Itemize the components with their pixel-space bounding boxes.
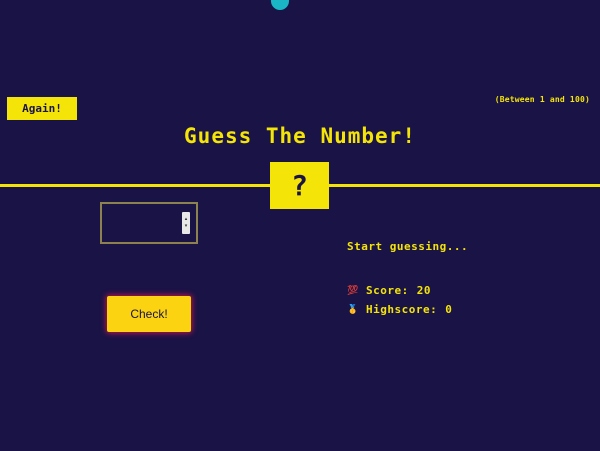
score-row: 💯 Score: 20 bbox=[347, 284, 431, 297]
range-hint: (Between 1 and 100) bbox=[494, 95, 590, 104]
guess-input-frame: ▴ ▾ bbox=[100, 202, 198, 244]
check-button[interactable]: Check! bbox=[107, 296, 191, 332]
number-spinner[interactable]: ▴ ▾ bbox=[182, 212, 190, 234]
spinner-up-icon[interactable]: ▴ bbox=[185, 216, 188, 223]
score-label: Score: bbox=[366, 284, 409, 297]
guess-input[interactable] bbox=[105, 207, 181, 239]
spinner-down-icon[interactable]: ▾ bbox=[185, 223, 188, 230]
again-button[interactable]: Again! bbox=[7, 97, 77, 120]
hundred-points-icon: 💯 bbox=[347, 285, 359, 296]
highscore-value: 0 bbox=[445, 303, 453, 316]
secret-number-box: ? bbox=[270, 162, 329, 209]
score-value: 20 bbox=[416, 284, 431, 297]
secret-number-display: ? bbox=[291, 169, 308, 202]
highscore-row: 🥇 Highscore: 0 bbox=[347, 303, 452, 316]
status-message: Start guessing... bbox=[347, 240, 469, 253]
highscore-label: Highscore: bbox=[366, 303, 438, 316]
medal-icon: 🥇 bbox=[347, 304, 359, 315]
top-indicator-dot bbox=[271, 0, 289, 10]
page-title: Guess The Number! bbox=[184, 124, 416, 148]
